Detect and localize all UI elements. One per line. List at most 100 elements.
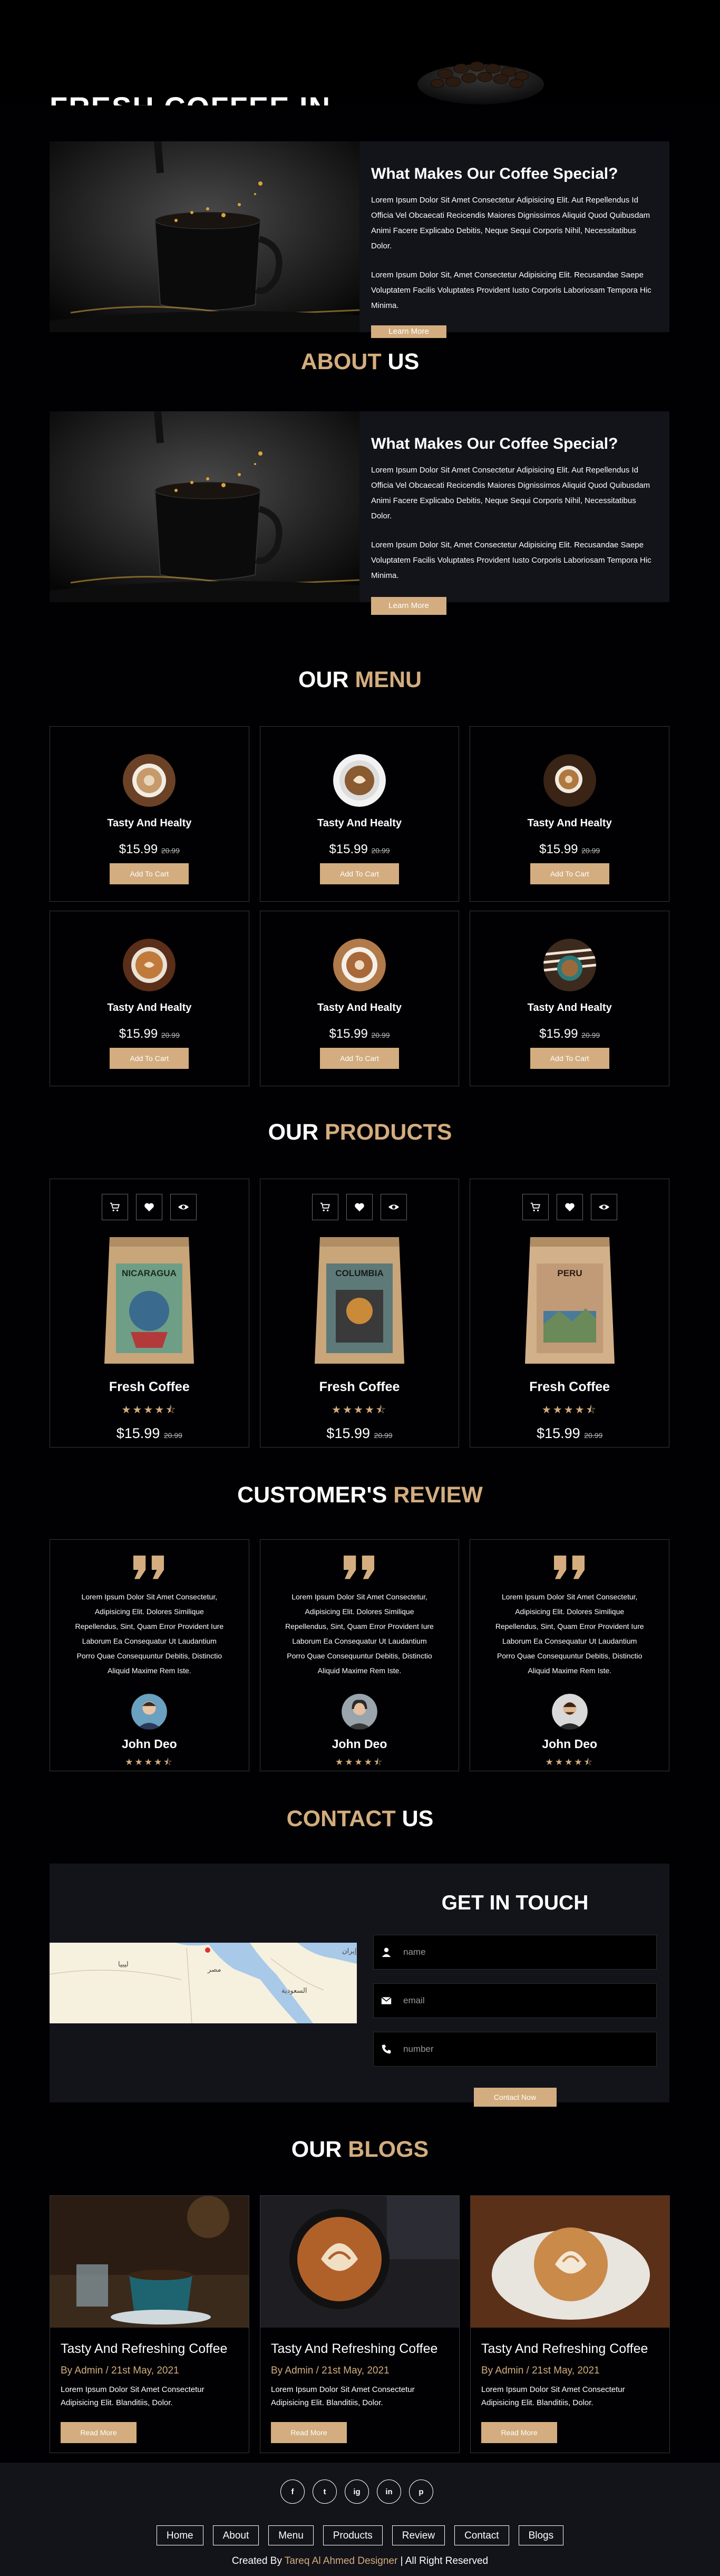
coffee-cup-image xyxy=(543,754,596,807)
contact-form: GET IN TOUCH name email number Contact N… xyxy=(373,1864,657,2107)
svg-text:ليبيا: ليبيا xyxy=(118,1961,129,1969)
footer-link-blogs[interactable]: Blogs xyxy=(518,2525,564,2545)
instagram-icon[interactable]: ig xyxy=(345,2479,369,2504)
menu-row-1: Tasty And Healty $15.99 20.99 Add To Car… xyxy=(50,726,670,902)
eye-icon xyxy=(178,1204,189,1210)
twitter-icon[interactable]: t xyxy=(313,2479,337,2504)
menu-item-name: Tasty And Healty xyxy=(317,817,402,829)
menu-item-price: $15.99 20.99 xyxy=(329,842,390,856)
reviewer-name: John Deo xyxy=(542,1737,598,1751)
coffee-cup-image xyxy=(123,754,176,807)
about-heading: What Makes Our Coffee Special? xyxy=(371,165,618,182)
phone-icon xyxy=(382,2044,391,2054)
menu-item-price: $15.99 20.99 xyxy=(539,1027,600,1041)
footer-nav: Home About Menu Products Review Contact … xyxy=(0,2525,720,2545)
quick-view-button[interactable] xyxy=(590,1194,617,1220)
add-to-cart-button[interactable]: Add To Cart xyxy=(530,1048,609,1069)
learn-more-button[interactable]: Learn More xyxy=(371,597,446,615)
about-paragraph-1: Lorem Ipsum Dolor Sit Amet Consectetur A… xyxy=(371,196,650,250)
name-field[interactable]: name xyxy=(373,1935,657,1970)
coffee-cup-image xyxy=(543,939,596,991)
cart-button[interactable] xyxy=(102,1194,129,1220)
about-paragraph-2: Lorem Ipsum Dolor Sit, Amet Consectetur … xyxy=(371,541,651,580)
add-to-cart-button[interactable]: Add To Cart xyxy=(320,863,399,884)
svg-text:COLUMBIA: COLUMBIA xyxy=(335,1268,384,1278)
wishlist-button[interactable] xyxy=(136,1194,163,1220)
review-text: Lorem Ipsum Dolor Sit Amet Consectetur, … xyxy=(495,1593,644,1675)
add-to-cart-button[interactable]: Add To Cart xyxy=(110,1048,189,1069)
cart-icon xyxy=(320,1202,330,1212)
number-field[interactable]: number xyxy=(373,2032,657,2067)
cart-button[interactable] xyxy=(522,1194,549,1220)
contact-form-title: GET IN TOUCH xyxy=(441,1892,589,1914)
reviews-row: Lorem Ipsum Dolor Sit Amet Consectetur, … xyxy=(50,1539,670,1771)
read-more-button[interactable]: Read More xyxy=(481,2422,557,2443)
add-to-cart-button[interactable]: Add To Cart xyxy=(530,863,609,884)
blog-excerpt: Lorem Ipsum Dolor Sit Amet Consectetur A… xyxy=(61,2385,205,2407)
footer-link-menu[interactable]: Menu xyxy=(268,2525,314,2545)
rating-stars: ★★★★⯪ xyxy=(125,1757,174,1767)
wishlist-button[interactable] xyxy=(346,1194,373,1220)
avatar xyxy=(551,1694,588,1730)
blog-title: Tasty And Refreshing Coffee xyxy=(481,2341,648,2356)
cart-button[interactable] xyxy=(312,1194,338,1220)
about-heading: What Makes Our Coffee Special? xyxy=(371,435,618,452)
blog-meta: By Admin / 21st May, 2021 xyxy=(61,2365,179,2376)
product-price: $15.99 20.99 xyxy=(116,1425,182,1441)
rating-stars: ★★★★⯪ xyxy=(545,1757,594,1767)
menu-item-price: $15.99 20.99 xyxy=(539,842,600,856)
footer-link-contact[interactable]: Contact xyxy=(454,2525,509,2545)
map-embed[interactable]: إيران مصر السعودية ليبيا xyxy=(50,1943,357,2023)
footer-link-products[interactable]: Products xyxy=(323,2525,383,2545)
contact-now-button[interactable]: Contact Now xyxy=(473,2088,557,2107)
about-card-top: What Makes Our Coffee Special? Lorem Ips… xyxy=(50,141,669,338)
rating-stars: ★★★★⯪ xyxy=(332,1404,387,1416)
add-to-cart-button[interactable]: Add To Cart xyxy=(320,1048,399,1069)
linkedin-icon[interactable]: in xyxy=(377,2479,401,2504)
blog-title: Tasty And Refreshing Coffee xyxy=(271,2341,438,2356)
blog-card: Tasty And Refreshing Coffee By Admin / 2… xyxy=(50,2195,249,2453)
blog-image xyxy=(260,2196,459,2328)
review-text: Lorem Ipsum Dolor Sit Amet Consectetur, … xyxy=(75,1593,224,1675)
product-actions xyxy=(522,1194,617,1220)
wishlist-button[interactable] xyxy=(556,1194,583,1220)
hero-section: FRESH COFFEE IN xyxy=(0,0,720,105)
read-more-button[interactable]: Read More xyxy=(61,2422,137,2443)
products-section-title: OUR PRODUCTS xyxy=(268,1120,452,1145)
facebook-icon[interactable]: f xyxy=(280,2479,305,2504)
review-card: Lorem Ipsum Dolor Sit Amet Consectetur, … xyxy=(259,1539,460,1771)
blogs-row: Tasty And Refreshing Coffee By Admin / 2… xyxy=(50,2195,670,2453)
blog-card: Tasty And Refreshing Coffee By Admin / 2… xyxy=(260,2195,460,2453)
blog-meta: By Admin / 21st May, 2021 xyxy=(481,2365,600,2376)
heart-icon xyxy=(565,1203,575,1212)
eye-icon xyxy=(598,1204,609,1210)
quote-icon xyxy=(553,1555,585,1579)
reviewer-name: John Deo xyxy=(121,1737,177,1751)
quick-view-button[interactable] xyxy=(381,1194,407,1220)
hero-title: FRESH COFFEE IN xyxy=(50,93,331,106)
email-field[interactable]: email xyxy=(373,1983,657,2018)
add-to-cart-button[interactable]: Add To Cart xyxy=(110,863,189,884)
about-image xyxy=(50,411,359,602)
coffee-bag-image: NICARAGUA xyxy=(104,1237,194,1364)
map-image: إيران مصر السعودية ليبيا xyxy=(50,1943,357,2023)
svg-text:NICARAGUA: NICARAGUA xyxy=(122,1268,177,1278)
footer-link-home[interactable]: Home xyxy=(156,2525,203,2545)
footer-link-review[interactable]: Review xyxy=(392,2525,445,2545)
contact-section-title: CONTACT US xyxy=(286,1806,434,1831)
heart-icon xyxy=(355,1203,364,1212)
coffee-cup-image xyxy=(333,939,386,991)
footer-link-about[interactable]: About xyxy=(212,2525,259,2545)
read-more-button[interactable]: Read More xyxy=(271,2422,347,2443)
quick-view-button[interactable] xyxy=(170,1194,197,1220)
learn-more-button[interactable]: Learn More xyxy=(371,325,446,338)
blogs-section-title: OUR BLOGS xyxy=(291,2137,429,2162)
cart-icon xyxy=(110,1202,120,1212)
coffee-cup-image xyxy=(123,939,176,991)
reviewer-name: John Deo xyxy=(332,1737,387,1751)
review-card: Lorem Ipsum Dolor Sit Amet Consectetur, … xyxy=(470,1539,670,1771)
coffee-cup-splash-image xyxy=(50,141,359,332)
about-card: What Makes Our Coffee Special? Lorem Ips… xyxy=(50,411,669,615)
about-section-title: ABOUT US xyxy=(300,349,420,374)
pinterest-icon[interactable]: p xyxy=(409,2479,433,2504)
